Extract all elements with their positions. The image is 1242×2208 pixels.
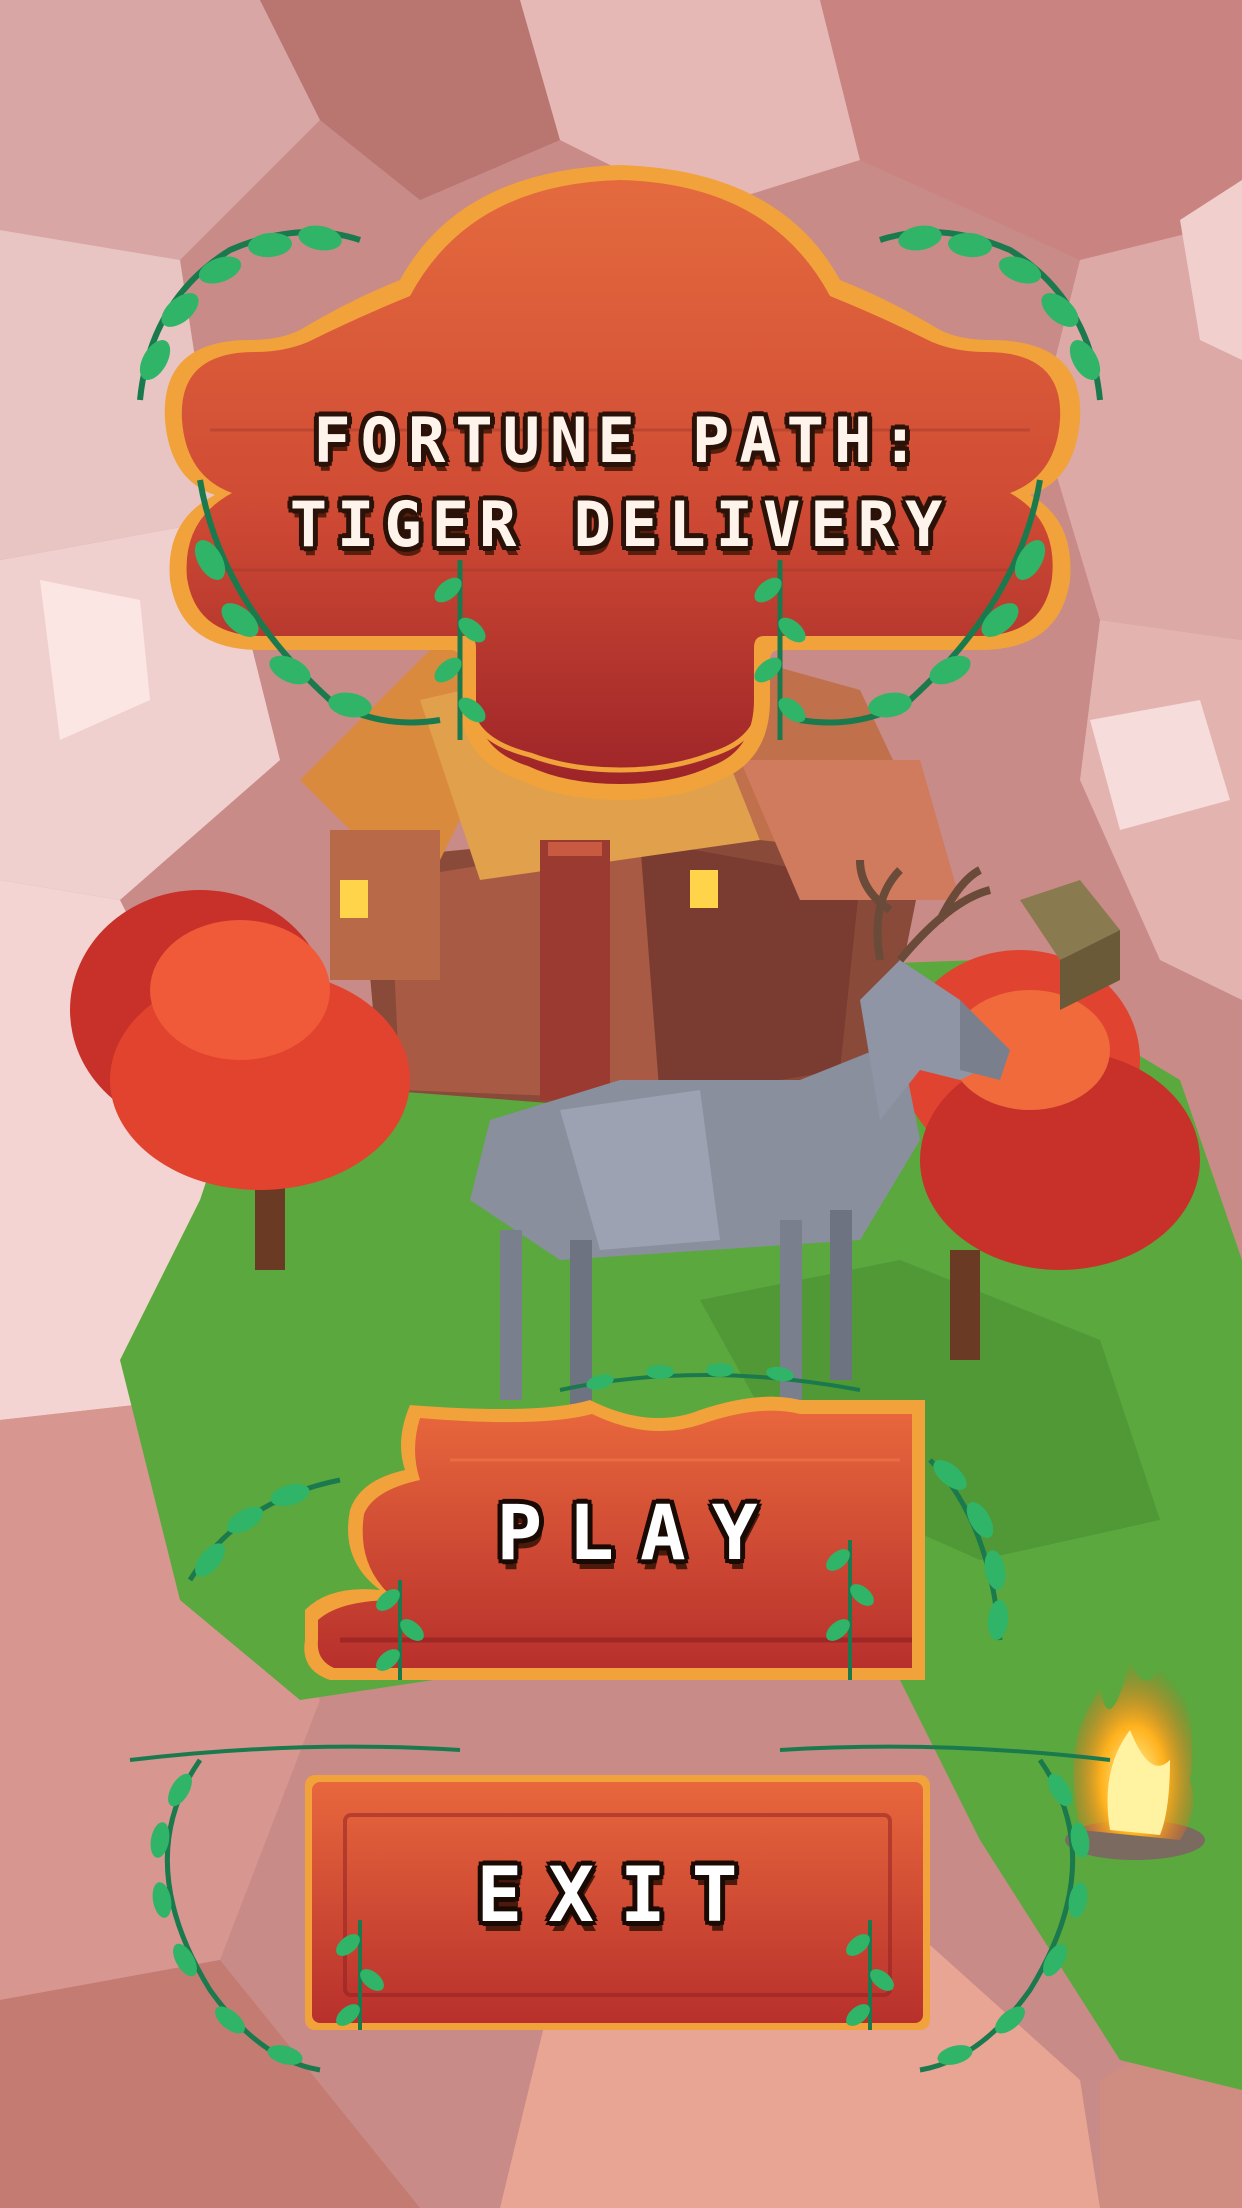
game-title-line-2: TIGER DELIVERY [289,488,953,561]
game-title-line-1: FORTUNE PATH: [313,404,929,477]
exit-button-label[interactable]: EXIT [380,1850,860,1939]
play-button-label[interactable]: PLAY [400,1488,880,1577]
